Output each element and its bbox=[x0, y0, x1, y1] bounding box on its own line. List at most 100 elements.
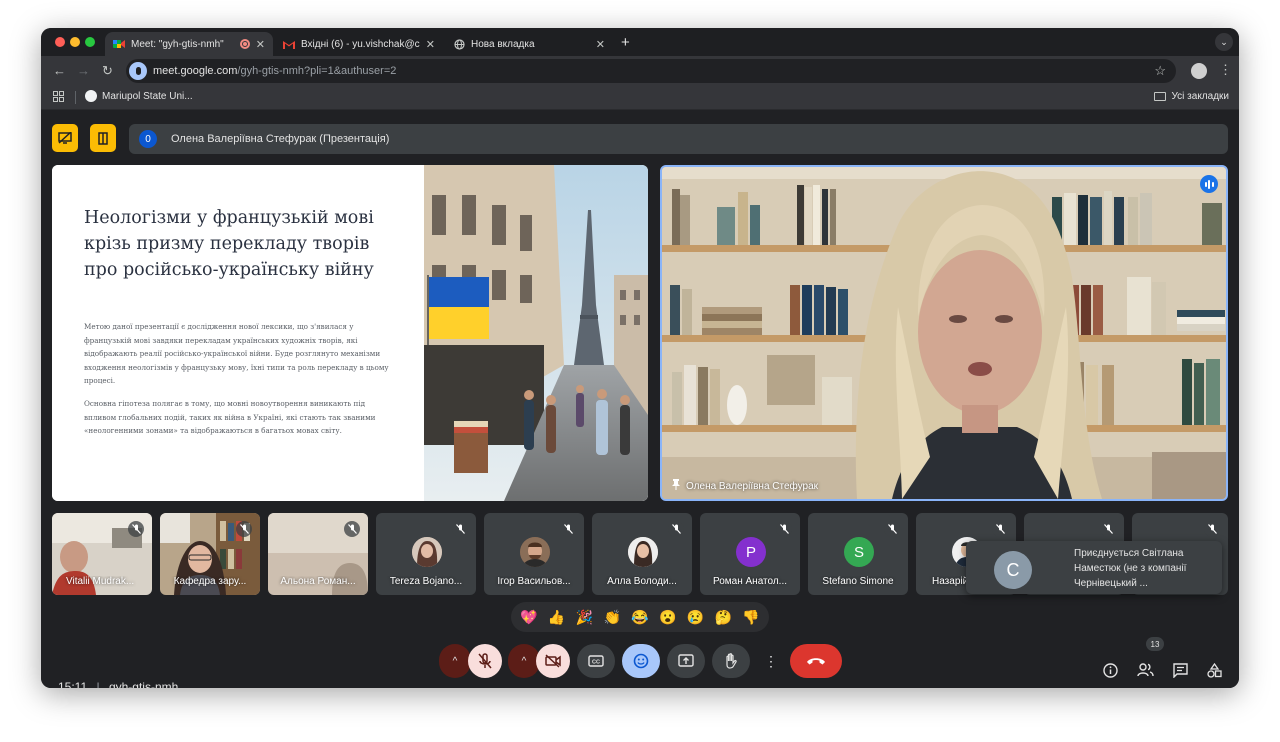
maximize-window-button[interactable] bbox=[85, 37, 95, 47]
activities-button[interactable] bbox=[1207, 662, 1222, 681]
leave-call-button[interactable] bbox=[790, 644, 842, 678]
microphone-toggle-button[interactable] bbox=[468, 644, 502, 678]
join-notification-text: Приєднується Світлана Наместюк (не з ком… bbox=[1074, 548, 1187, 589]
apps-grid-icon[interactable] bbox=[53, 91, 64, 105]
site-favicon-icon bbox=[85, 90, 97, 102]
presentation-tile[interactable]: Неологізми у французькій мові крізь приз… bbox=[52, 165, 648, 501]
join-notification[interactable]: C Приєднується Світлана Наместюк (не з к… bbox=[966, 541, 1222, 594]
close-tab-icon[interactable]: ✕ bbox=[596, 38, 605, 51]
chat-icon bbox=[1173, 663, 1188, 679]
participant-tile[interactable]: Vitalii Mudrak... bbox=[52, 513, 152, 595]
reaction-party[interactable]: 🎉 bbox=[576, 609, 593, 626]
tab-strip: Meet: "gyh-gtis-nmh" ✕ Вхідні (6) - yu.v… bbox=[41, 28, 1239, 56]
camera-off-icon bbox=[545, 654, 561, 668]
reaction-thumbs-up[interactable]: 👍 bbox=[548, 609, 565, 626]
url-text: meet.google.com/gyh-gtis-nmh?pli=1&authu… bbox=[153, 65, 397, 77]
tab-search-icon[interactable]: ⌄ bbox=[1215, 33, 1233, 51]
reload-icon[interactable]: ↻ bbox=[102, 63, 113, 79]
muted-mic-icon bbox=[668, 521, 684, 537]
meet-stage: 0 Олена Валеріївна Стефурак (Презентація… bbox=[41, 110, 1239, 688]
reaction-laugh[interactable]: 😂 bbox=[631, 609, 648, 626]
bookmark-item[interactable]: Mariupol State Uni... bbox=[85, 90, 193, 102]
meeting-code: gyh-gtis-nmh bbox=[108, 680, 179, 688]
present-icon bbox=[678, 654, 694, 667]
clock-time: 15:11 bbox=[58, 680, 88, 688]
raise-hand-button[interactable] bbox=[712, 644, 750, 678]
microphone-icon[interactable] bbox=[129, 62, 147, 80]
all-bookmarks-button[interactable]: Усі закладки bbox=[1154, 91, 1229, 102]
profile-avatar[interactable] bbox=[1191, 63, 1207, 79]
participant-tile[interactable]: Альона Роман... bbox=[268, 513, 368, 595]
close-tab-icon[interactable]: ✕ bbox=[256, 38, 265, 51]
tab-new[interactable]: Нова вкладка ✕ bbox=[445, 32, 613, 56]
new-tab-button[interactable]: + bbox=[621, 34, 630, 51]
participant-tile[interactable]: P Роман Анатол... bbox=[700, 513, 800, 595]
muted-mic-icon bbox=[452, 521, 468, 537]
participant-name: Tereza Bojano... bbox=[389, 576, 463, 587]
minimize-window-button[interactable] bbox=[70, 37, 80, 47]
address-bar[interactable]: meet.google.com/gyh-gtis-nmh?pli=1&authu… bbox=[126, 59, 1176, 83]
forward-icon[interactable]: → bbox=[77, 63, 90, 78]
captions-button[interactable]: CC bbox=[577, 644, 615, 678]
reaction-thinking[interactable]: 🤔 bbox=[715, 609, 732, 626]
participant-avatar: S bbox=[844, 537, 874, 567]
participant-tile[interactable]: S Stefano Simone bbox=[808, 513, 908, 595]
speaking-indicator-icon bbox=[1200, 175, 1218, 193]
reactions-bar: 💖 👍 🎉 👏 😂 😮 😢 🤔 👎 bbox=[511, 602, 769, 632]
layout-button[interactable] bbox=[90, 124, 116, 152]
more-vert-icon: ⋮ bbox=[764, 652, 778, 669]
back-icon[interactable]: ← bbox=[53, 63, 66, 78]
participant-name: Ігор Васильов... bbox=[497, 576, 571, 587]
participant-tile[interactable]: Ігор Васильов... bbox=[484, 513, 584, 595]
hang-up-icon bbox=[807, 658, 825, 665]
tab-gmail[interactable]: Вхідні (6) - yu.vishchak@chnu ✕ bbox=[275, 32, 443, 56]
slide-text-panel: Неологізми у французькій мові крізь приз… bbox=[52, 165, 424, 501]
bookmark-star-icon[interactable]: ☆ bbox=[1154, 63, 1166, 79]
participant-avatar: P bbox=[736, 537, 766, 567]
present-screen-button[interactable] bbox=[667, 644, 705, 678]
speaker-video bbox=[662, 167, 1226, 499]
meeting-details-button[interactable] bbox=[1103, 663, 1118, 681]
muted-mic-icon bbox=[1100, 521, 1116, 537]
close-tab-icon[interactable]: ✕ bbox=[426, 38, 435, 51]
reaction-surprised[interactable]: 😮 bbox=[659, 609, 676, 626]
slide-paragraph: Метою даної презентації є дослідження но… bbox=[84, 322, 389, 385]
participant-tile[interactable]: Алла Володи... bbox=[592, 513, 692, 595]
more-options-button[interactable]: ⋮ bbox=[759, 644, 783, 678]
close-window-button[interactable] bbox=[55, 37, 65, 47]
tab-label: Вхідні (6) - yu.vishchak@chnu bbox=[301, 38, 420, 50]
emoji-icon bbox=[633, 653, 649, 669]
pin-icon[interactable] bbox=[672, 479, 680, 493]
bookmark-label: Mariupol State Uni... bbox=[102, 90, 193, 102]
stop-presenting-button[interactable] bbox=[52, 124, 78, 152]
people-button[interactable] bbox=[1137, 663, 1154, 680]
muted-mic-icon bbox=[992, 521, 1008, 537]
participant-tile[interactable]: Tereza Bojano... bbox=[376, 513, 476, 595]
camera-toggle-button[interactable] bbox=[536, 644, 570, 678]
participant-avatar bbox=[628, 537, 658, 567]
reaction-heart[interactable]: 💖 bbox=[520, 609, 537, 626]
muted-mic-icon bbox=[236, 521, 252, 537]
muted-mic-icon bbox=[128, 521, 144, 537]
participant-name: Stefano Simone bbox=[822, 576, 894, 587]
chat-button[interactable] bbox=[1173, 663, 1188, 681]
reactions-button[interactable] bbox=[622, 644, 660, 678]
joining-user-avatar: C bbox=[994, 551, 1032, 589]
chevron-up-icon: ^ bbox=[521, 655, 527, 667]
activities-icon bbox=[1207, 662, 1222, 678]
reaction-sad[interactable]: 😢 bbox=[687, 609, 704, 626]
folder-icon bbox=[1154, 92, 1167, 101]
reaction-clap[interactable]: 👏 bbox=[603, 609, 620, 626]
slide-title: Неологізми у французькій мові крізь приз… bbox=[84, 208, 374, 280]
browser-menu-icon[interactable]: ⋮ bbox=[1219, 62, 1232, 78]
bookmark-separator bbox=[75, 91, 76, 104]
speaker-video-tile[interactable]: Олена Валеріївна Стефурак bbox=[660, 165, 1228, 501]
audio-options-button[interactable]: ^ bbox=[439, 644, 471, 678]
hand-icon bbox=[726, 653, 737, 669]
slide-paragraph: Основна гіпотеза полягає в тому, що мовн… bbox=[84, 399, 376, 435]
muted-mic-icon bbox=[1204, 521, 1220, 537]
reaction-thumbs-down[interactable]: 👎 bbox=[742, 609, 759, 626]
all-bookmarks-label: Усі закладки bbox=[1171, 91, 1229, 102]
participant-tile[interactable]: Кафедра зару... bbox=[160, 513, 260, 595]
tab-meet[interactable]: Meet: "gyh-gtis-nmh" ✕ bbox=[105, 32, 273, 56]
